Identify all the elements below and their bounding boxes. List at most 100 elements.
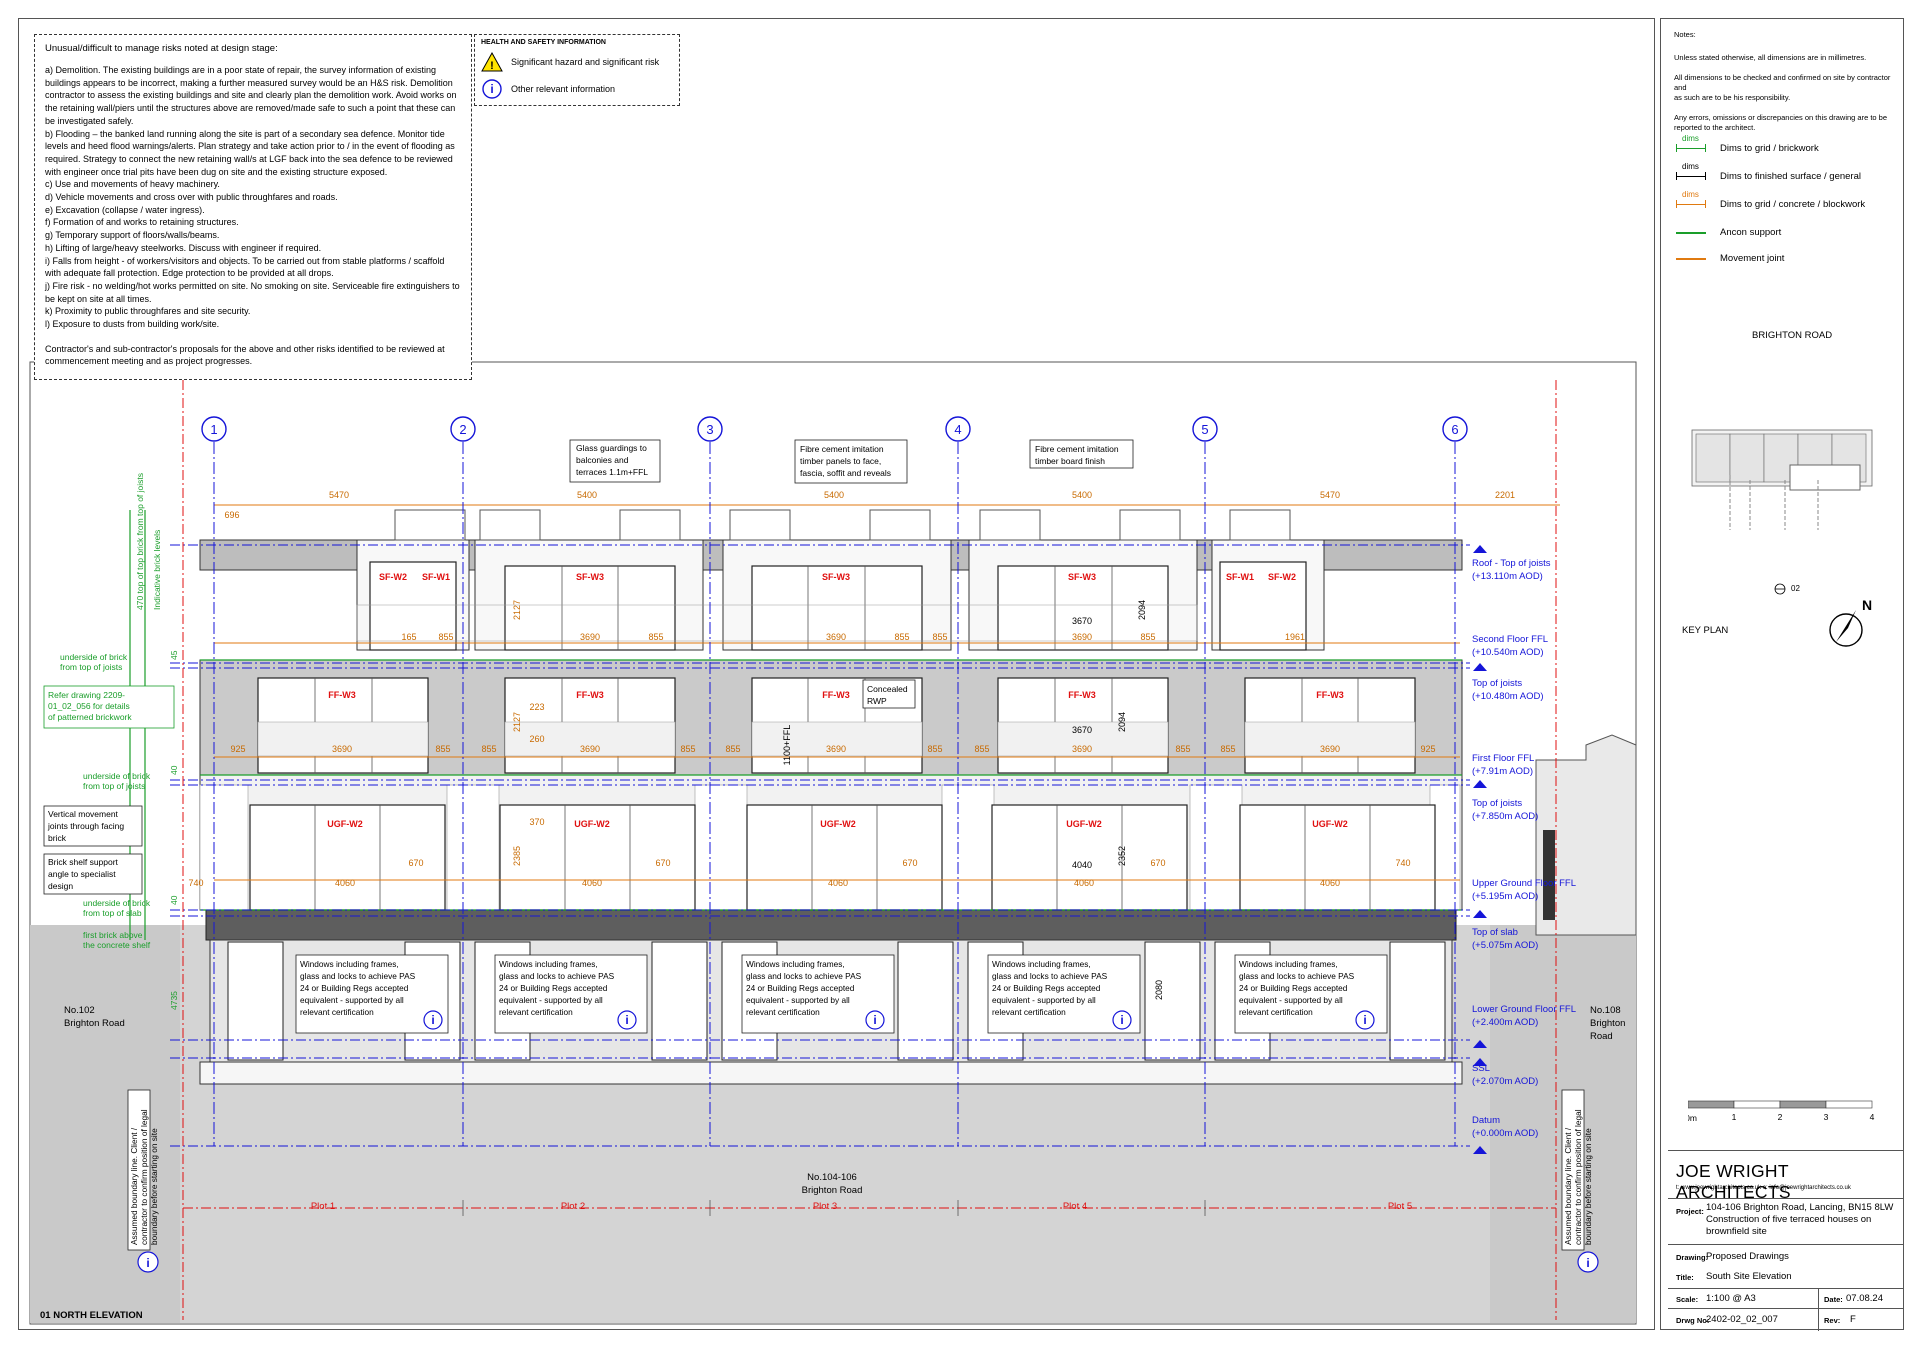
risk-line: with engineer once trial pits have been … <box>45 166 388 177</box>
vertical-dim-note: Indicative brick levels <box>152 530 162 610</box>
level-label: Top of slab <box>1472 927 1518 938</box>
window-dim: 855 <box>648 632 663 642</box>
window-dim: 855 <box>932 632 947 642</box>
hs-info-row: i Other relevant information <box>481 78 673 100</box>
underside-note: underside of brick <box>83 898 151 908</box>
level-value: (+0.000m AOD) <box>1472 1128 1538 1139</box>
window-dim: 3690 <box>826 632 846 642</box>
tag-sf-w3: SF-W3 <box>1068 572 1096 582</box>
window-note-line: relevant certification <box>1239 1007 1313 1017</box>
tb-label: Date: <box>1824 1295 1843 1304</box>
window-dim: 855 <box>927 744 942 754</box>
risk-notes-title: Unusual/difficult to manage risks noted … <box>45 43 278 54</box>
notes-line: Any errors, omissions or discrepancies o… <box>1674 113 1888 122</box>
notes-title: Notes: <box>1674 30 1696 39</box>
risk-line: d) Vehicle movements and cross over with… <box>45 192 338 203</box>
info-icon: i <box>482 79 502 99</box>
window-dim: 855 <box>1175 744 1190 754</box>
risk-footer: Contractor's and sub-contractor's propos… <box>45 343 445 354</box>
window-note-line: Windows including frames, <box>300 959 399 969</box>
tb-project-line: Construction of five terraced houses on <box>1706 1214 1872 1225</box>
level-label: First Floor FFL <box>1472 753 1534 764</box>
risk-line: be investigated safely. <box>45 115 134 126</box>
window-dim: 855 <box>481 744 496 754</box>
risk-line: i) Falls from height - of workers/visito… <box>45 255 445 266</box>
refer-note: of patterned brickwork <box>48 712 132 722</box>
window-note-line: 24 or Building Regs accepted <box>499 983 608 993</box>
risk-line: k) Proximity to public throughfares and … <box>45 306 251 317</box>
drawing-sheet: 1 2 3 4 5 6 5470 5400 5400 5400 5470 220… <box>0 0 1920 1358</box>
top-dim: 5400 <box>1072 490 1092 500</box>
window-note-line: equivalent - supported by all <box>300 995 404 1005</box>
risk-line: g) Temporary support of floors/walls/bea… <box>45 230 220 241</box>
window-dim: 670 <box>408 858 423 868</box>
site-label: No.104-106 <box>807 1172 857 1183</box>
hs-hazard-label: Significant hazard and significant risk <box>511 57 660 67</box>
level-label: SSL <box>1472 1063 1490 1074</box>
risk-line: contractor to assess the existing buildi… <box>45 90 457 101</box>
neighbour-left-label: Brighton Road <box>64 1018 125 1029</box>
tb-project-line: 104-106 Brighton Road, Lancing, BN15 8LW <box>1706 1202 1894 1213</box>
callout-glass-line: Glass guardings to <box>576 443 647 453</box>
slab-band <box>205 909 1457 941</box>
window-dim: 4060 <box>582 878 602 888</box>
info-icon: i <box>146 1256 149 1270</box>
window-dim: 670 <box>655 858 670 868</box>
window-dim: 3690 <box>1072 744 1092 754</box>
scale-label: 2 <box>1778 1112 1783 1122</box>
window-dim: 370 <box>529 817 544 827</box>
movement-line-icon <box>1676 252 1706 264</box>
level-value: (+5.075m AOD) <box>1472 940 1538 951</box>
info-icon: i <box>873 1013 876 1027</box>
tag-ugf-w2: UGF-W2 <box>574 819 610 829</box>
callout-glass-line: terraces 1.1m+FFL <box>576 467 648 477</box>
window-note-line: equivalent - supported by all <box>746 995 850 1005</box>
window-dim: 855 <box>1140 632 1155 642</box>
boundary-note-line: Assumed boundary line. Client / <box>1563 1127 1573 1245</box>
dims-orange-icon: dims <box>1676 190 1706 210</box>
window-note-line: glass and locks to achieve PAS <box>300 971 416 981</box>
orange-dim: 2127 <box>512 712 522 732</box>
notes-line: Unless stated otherwise, all dimensions … <box>1674 53 1867 62</box>
tag-ugf-w2: UGF-W2 <box>820 819 856 829</box>
top-dim: 5400 <box>577 490 597 500</box>
window-note-line: Windows including frames, <box>746 959 845 969</box>
legend-label: Dims to grid / concrete / blockwork <box>1720 198 1866 210</box>
scale-label: 1 <box>1732 1112 1737 1122</box>
callout-panels-line: timber panels to face, <box>800 456 881 466</box>
neighbour-right-label: Brighton <box>1590 1018 1625 1029</box>
tag-ff-w3: FF-W3 <box>576 690 604 700</box>
black-dim: 2094 <box>1137 600 1147 620</box>
top-dim: 5470 <box>329 490 349 500</box>
movement-joint-note: Vertical movement <box>48 809 119 819</box>
legend-label: Ancon support <box>1720 226 1782 238</box>
dim-40: 40 <box>169 765 179 775</box>
window-dim: 165 <box>401 632 416 642</box>
window-dim: 4060 <box>828 878 848 888</box>
window-dim: 4060 <box>1320 878 1340 888</box>
black-dim: 4040 <box>1072 860 1092 870</box>
legend-row-green-dims: dims Dims to grid / brickwork <box>1676 134 1819 154</box>
grid-label-3: 3 <box>706 422 713 437</box>
window-dim: 855 <box>438 632 453 642</box>
tb-label: Drwg No: <box>1676 1316 1710 1325</box>
neighbour-right-label: No.108 <box>1590 1005 1621 1016</box>
black-dim: 2080 <box>1154 980 1164 1000</box>
callout-board-line: timber board finish <box>1035 456 1105 466</box>
foundation-band <box>199 1061 1463 1085</box>
tb-label: Rev: <box>1824 1316 1841 1325</box>
level-value: (+2.070m AOD) <box>1472 1076 1538 1087</box>
window-note-line: Windows including frames, <box>499 959 598 969</box>
legend-label: Dims to finished surface / general <box>1720 170 1861 182</box>
site-label: Brighton Road <box>802 1185 863 1196</box>
plot-label: Plot 1 <box>311 1201 335 1212</box>
risk-line: be kept on site at all times. <box>45 293 152 304</box>
grid-bubbles <box>201 416 1468 442</box>
window-dim: 3690 <box>1320 744 1340 754</box>
tag-ugf-w2: UGF-W2 <box>1066 819 1102 829</box>
level-value: (+10.540m AOD) <box>1472 647 1544 658</box>
risk-footer: commencement meeting and as project prog… <box>45 356 253 367</box>
brick-shelf-note: angle to specialist <box>48 869 116 879</box>
callout-rwp-line: Concealed <box>867 684 908 694</box>
risk-line: a) Demolition. The existing buildings ar… <box>45 65 437 75</box>
